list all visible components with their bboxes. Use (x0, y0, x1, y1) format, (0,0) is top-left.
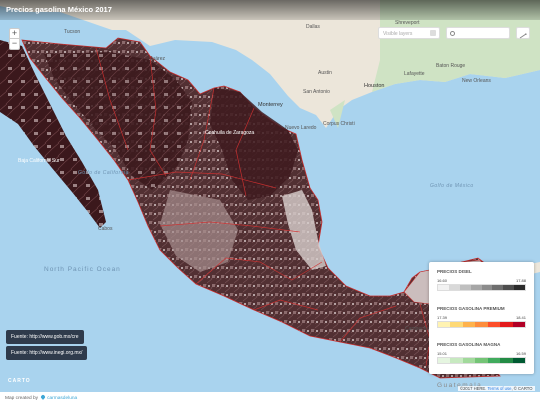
footer-prefix: Map created by (5, 396, 39, 401)
zoom-out-button[interactable]: − (9, 39, 20, 50)
terms-of-use-link[interactable]: Terms of use (487, 386, 511, 391)
legend-swatch (512, 358, 525, 363)
map-label: Dallas (306, 24, 320, 30)
search-input[interactable] (458, 29, 508, 38)
legend-swatch (514, 285, 525, 290)
map-label: Lafayette (404, 71, 425, 77)
map-label: Juárez (150, 56, 166, 62)
legend-swatch (475, 322, 488, 327)
source-inegi-link[interactable]: Fuente: http://www.inegi.org.mx/ (6, 346, 88, 360)
legend-swatch (470, 285, 482, 290)
map-label: Campeche (405, 326, 430, 332)
legend-bar-magna (437, 357, 526, 364)
share-button[interactable] (516, 27, 530, 39)
legend-title-premium: PRECIOS GASOLINA PREMIUM (437, 306, 505, 311)
legend-swatch (487, 322, 501, 327)
map-label: Monterrey (258, 102, 283, 108)
attribution-text: ©2017 HERE. (460, 386, 488, 391)
legend-swatch (475, 358, 488, 363)
chevron-down-icon (430, 30, 436, 36)
header-bar: Precios gasolina México 2017 (0, 0, 540, 20)
map-label: Corpus Christi (323, 121, 355, 127)
layers-selector[interactable]: Visible layers (378, 27, 440, 39)
map-label: Baja California Sur (18, 158, 60, 164)
search-icon (450, 31, 455, 36)
legend-min-premium: 17.39 (437, 315, 448, 320)
map-label: Shreveport (395, 20, 420, 26)
map-attribution: ©2017 HERE. Terms of use, © CARTO (458, 386, 535, 391)
legend-swatch (500, 358, 513, 363)
legend-swatch (450, 358, 463, 363)
layers-placeholder: Visible layers (383, 31, 413, 37)
legend-title-magna: PRECIOS GASOLINA MAGNA (437, 342, 501, 347)
map-label: Coahuila de Zaragoza (205, 130, 255, 136)
legend-swatch (450, 322, 463, 327)
legend-max-diesel: 17.88 (515, 278, 526, 283)
legend-swatch (462, 322, 476, 327)
legend-swatch (492, 285, 504, 290)
map-label: San Antonio (303, 89, 330, 95)
map-label: Golfo de México (430, 183, 474, 189)
map-label: Houston (364, 83, 385, 89)
legend-swatch (448, 285, 460, 290)
legend-swatch (481, 285, 493, 290)
legend-min-diesel: 16.60 (437, 278, 448, 283)
legend-swatch (438, 358, 451, 363)
map-label: New Orleans (462, 78, 491, 84)
legend-swatch (438, 285, 449, 290)
legend-swatch (462, 358, 476, 363)
legend-title-diesel: PRECIOS DISEL (437, 269, 472, 274)
legend-min-magna: 15.01 (437, 351, 448, 356)
map-label: Tucson (64, 29, 81, 35)
share-icon (519, 33, 527, 39)
footer-bar: Map created by carmasdeluna (0, 392, 540, 405)
legend-bar-premium (437, 321, 526, 328)
legend-swatch (500, 322, 513, 327)
map-pin-icon (40, 394, 46, 400)
legend-bar-diesel (437, 284, 526, 291)
map-label: Austin (318, 70, 332, 76)
map-label: Baton Rouge (436, 63, 466, 69)
legend-swatch (512, 322, 525, 327)
page-title: Precios gasolina México 2017 (6, 5, 112, 14)
legend-max-premium: 18.41 (515, 315, 526, 320)
attribution-suffix: , © CARTO (511, 386, 533, 391)
legend-swatch (459, 285, 471, 290)
legend-panel: PRECIOS DISEL 16.60 17.88 PRECIOS GASOLI… (429, 262, 534, 374)
map-label: Nuevo Laredo (285, 125, 317, 131)
search-box[interactable] (446, 27, 510, 39)
map-label: Golfo de California (78, 170, 129, 176)
map-app: Tucson Juárez Monterrey Coahuila de Zaragoz… (0, 0, 540, 405)
author-link[interactable]: carmasdeluna (47, 396, 77, 401)
map-label: North Pacific Ocean (44, 266, 121, 273)
map-label: Cabos (98, 226, 113, 232)
source-cre-link[interactable]: Fuente: http://www.gob.mx/cre (6, 330, 84, 344)
legend-swatch (438, 322, 451, 327)
legend-max-magna: 16.59 (515, 351, 526, 356)
legend-swatch (503, 285, 515, 290)
footer-credit: Map created by carmasdeluna (5, 394, 77, 401)
legend-swatch (487, 358, 501, 363)
carto-logo: CARTO (8, 378, 31, 384)
